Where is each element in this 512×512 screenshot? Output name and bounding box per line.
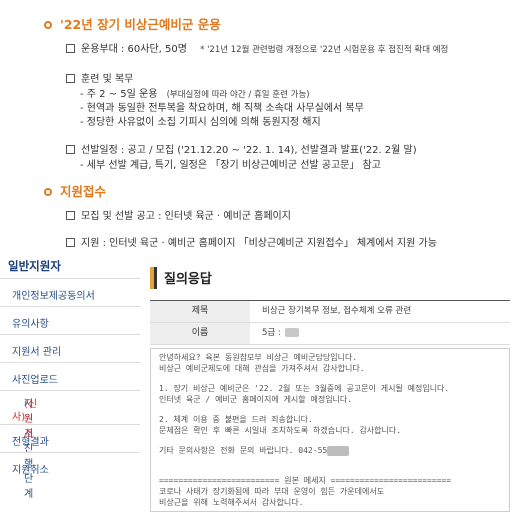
info-section: '22년 장기 비상근예비군 운용 운용부대 : 60사단, 50명 * '21…	[0, 0, 512, 250]
name-label: 이름	[150, 323, 250, 344]
answer-box: 안녕하세요? 육본 동원참모부 비상근 예비군담당입니다. 비상근 예비군제도에…	[150, 348, 510, 512]
redacted-block	[284, 328, 299, 337]
accent-bar-dark	[154, 267, 157, 289]
subject-value: 비상근 장기복무 정보, 접수체계 오류 관련	[262, 306, 412, 316]
qa-meta-table: 제목 비상근 장기복무 정보, 접수체계 오류 관련 이름 5급 :	[150, 300, 510, 345]
info-line-notice: 모집 및 선발 공고 : 인터넷 육군 · 예비군 홈페이지	[66, 207, 291, 222]
info-line-schedule: 선발일정 : 공고 / 모집 ('21.12.20 ~ '22. 1. 14),…	[66, 141, 417, 156]
info-line-uniform: - 현역과 동일한 전투복을 착요하며, 해 직책 소속대 사무실에서 복무	[80, 103, 364, 114]
contact-line: 기타 문의사항은 전화 문의 바랍니다. 042-55	[159, 445, 350, 456]
info-line-unit: 운용부대 : 60사단, 50명 * '21년 12월 관련법령 개정으로 '2…	[66, 40, 448, 55]
info-line-apply: 지원 : 인터넷 육군 · 예비군 홈페이지 「비상근예비군 지원접수」 체계에…	[66, 234, 437, 249]
circle-bullet-icon	[44, 20, 52, 29]
checkbox-square-icon	[66, 210, 75, 220]
sidebar-item-notes[interactable]: 유의사항	[0, 306, 140, 335]
sidebar-item-result[interactable]: 전형결과	[0, 424, 140, 453]
table-row-name: 이름 5급 :	[150, 323, 510, 345]
circle-bullet-icon	[44, 187, 52, 196]
section-title-operation: '22년 장기 비상근예비군 운용	[44, 14, 221, 33]
sidebar-item-progress[interactable]: 지원서진행단계 (신원조 사)	[0, 390, 140, 500]
info-line-training: 훈련 및 복무	[66, 70, 133, 85]
info-line-cancel: - 정당한 사유없이 소집 기피시 심의에 의해 동원지정 해지	[80, 117, 321, 128]
name-value: 5급 :	[262, 323, 299, 344]
section-title-apply: 지원접수	[44, 181, 106, 200]
info-line-days: - 주 2 ~ 5일 운용 (부대실정에 따라 야간 / 휴일 훈련 가능)	[80, 89, 310, 100]
sidebar-item-application[interactable]: 지원서 관리	[0, 334, 140, 363]
checkbox-square-icon	[66, 237, 75, 247]
sidebar-item-photo[interactable]: 사진업로드	[0, 362, 140, 391]
redacted-block	[327, 445, 350, 456]
sidebar-item-cancel[interactable]: 지원취소	[0, 452, 140, 481]
sidebar-item-consent[interactable]: 개인정보제공동의서	[0, 278, 140, 307]
info-line-details: - 세부 선발 계급, 특기, 일정은 「장기 비상근예비군 선발 공고문」 참…	[80, 160, 381, 171]
subject-label: 제목	[150, 301, 250, 322]
sidebar-title: 일반지원자	[8, 259, 61, 273]
checkbox-square-icon	[66, 73, 75, 83]
table-row-subject: 제목 비상근 장기복무 정보, 접수체계 오류 관련	[150, 301, 510, 323]
checkbox-square-icon	[66, 144, 75, 154]
checkbox-square-icon	[66, 43, 75, 53]
qa-header: 질의응답	[150, 263, 510, 293]
page-title: 질의응답	[164, 272, 212, 287]
